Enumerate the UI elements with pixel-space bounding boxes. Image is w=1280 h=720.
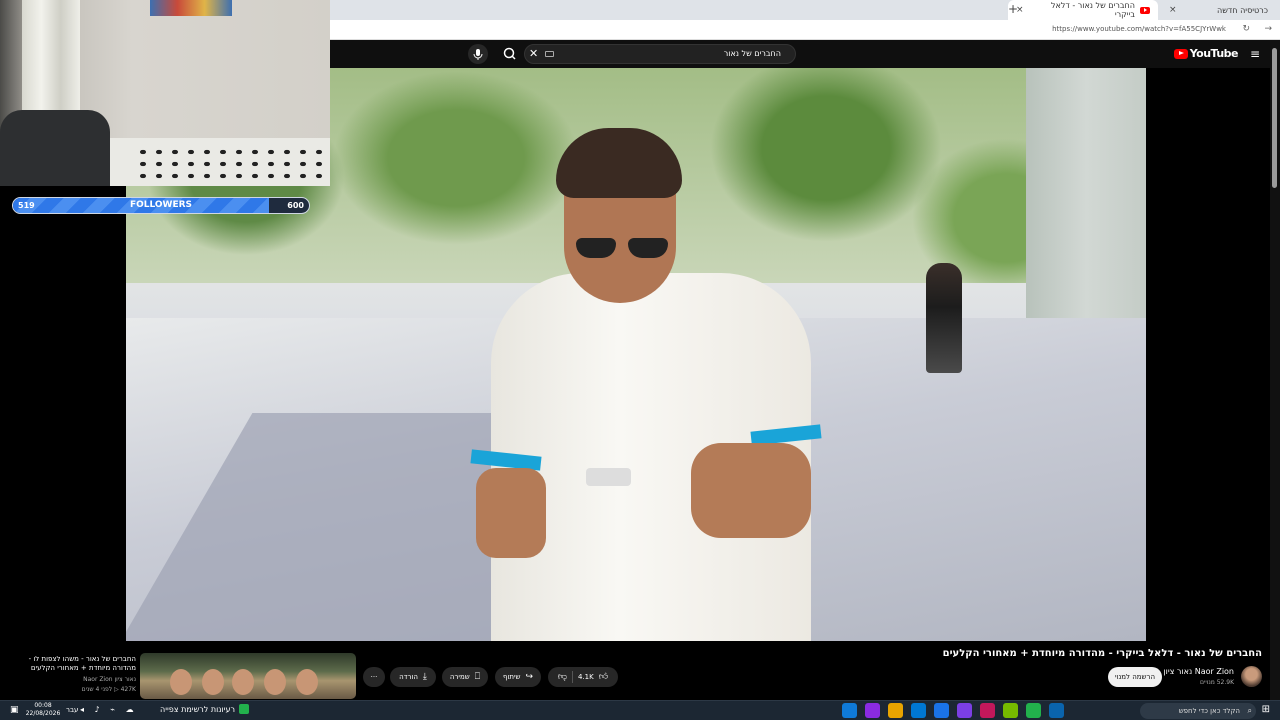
taskbar-app-icon[interactable] [1003, 703, 1018, 718]
browser-tab-bar: החברים של נאור - דלאל בייקרי × כרטיסיה ח… [330, 0, 1280, 20]
share-label: שיתוף [502, 673, 521, 681]
tab-youtube[interactable]: החברים של נאור - דלאל בייקרי × [1008, 0, 1158, 20]
like-dislike-group: 👍︎ 4.1K 👎︎ [548, 667, 618, 687]
taskbar-app-icon[interactable] [911, 703, 926, 718]
search-icon [503, 47, 516, 60]
clock-date: 22/08/2026 [25, 710, 61, 717]
subscribe-button[interactable]: הרשמה למנוי [1108, 667, 1162, 687]
thumbnail-face [264, 669, 286, 695]
suggested-video-meta: 427K ▷ לפני 4 שנים [81, 686, 136, 693]
notification-icon[interactable]: ▣ [10, 705, 19, 715]
thumbnail-face [202, 669, 224, 695]
like-divider [572, 671, 573, 683]
download-button[interactable]: ⤓ הורדה [390, 667, 436, 687]
url-text[interactable]: https://www.youtube.com/watch?v=fA55CJYr… [1052, 25, 1226, 33]
save-button[interactable]: ⎕ שמירה [442, 667, 488, 687]
download-icon: ⤓ [422, 672, 427, 682]
webcam-bed-pattern [135, 146, 325, 182]
thumbnail-face [170, 669, 192, 695]
video-frame-building [1026, 68, 1146, 328]
taskbar-app-icon[interactable] [957, 703, 972, 718]
youtube-header: ✕ החברים של נאור YouTube ≡ [330, 40, 1270, 68]
clear-search-icon[interactable]: ✕ [529, 47, 538, 60]
search-button[interactable] [500, 45, 520, 63]
thumbnail-face [296, 669, 318, 695]
video-title: החברים של נאור - דלאל בייקרי - מהדורה מי… [942, 648, 1262, 659]
video-frame-arm [691, 443, 811, 538]
tab-title: כרטיסיה חדשה [1217, 5, 1268, 15]
search-query: החברים של נאור [723, 49, 781, 58]
address-bar[interactable]: https://www.youtube.com/watch?v=fA55CJYr… [330, 20, 1280, 40]
search-placeholder: הקלד כאן כדי לחפש [1178, 707, 1240, 715]
taskbar-app-icon[interactable] [1026, 703, 1041, 718]
new-tab-button[interactable]: + [1008, 2, 1018, 16]
suggested-video-channel[interactable]: נאור ציון Naor Zion [83, 676, 136, 683]
back-icon[interactable]: → [1264, 24, 1272, 34]
youtube-logo[interactable]: YouTube [1173, 47, 1239, 60]
followers-label: FOLLOWERS [129, 200, 193, 210]
start-button-icon[interactable]: ⊞ [1262, 704, 1270, 715]
tab-new[interactable]: כרטיסיה חדשה × [1161, 0, 1276, 20]
search-icon: ⌕ [1247, 706, 1252, 715]
logo-text: YouTube [1189, 47, 1239, 60]
scrollbar-thumb[interactable] [1272, 48, 1277, 188]
followers-goal-bar: 519 FOLLOWERS 600 [12, 197, 310, 214]
suggested-video-title[interactable]: החברים של נאור - משהו לצפות לו - מהדורה … [11, 655, 136, 673]
system-tray-icons[interactable]: ◂ ♪ ⌁ ☁ [80, 705, 138, 714]
channel-avatar[interactable] [1241, 666, 1262, 687]
video-frame-walker [926, 263, 962, 373]
clock-time: 00:08 [34, 702, 52, 709]
taskbar-clock[interactable]: 00:08 22/08/2026 [20, 702, 66, 718]
taskbar-app-icon[interactable] [1049, 703, 1064, 718]
taskbar-widget[interactable]: רעיונות לרשימת צפייה [160, 704, 249, 714]
widget-icon [238, 704, 249, 714]
taskbar-pinned-apps [842, 703, 1064, 718]
search-input[interactable]: ✕ החברים של נאור [524, 44, 796, 64]
like-count[interactable]: 4.1K [578, 673, 594, 681]
taskbar-app-icon[interactable] [842, 703, 857, 718]
thumbs-up-icon[interactable]: 👍︎ [599, 672, 608, 682]
video-frame-arm [476, 468, 546, 558]
windows-taskbar: ▣ 00:08 22/08/2026 עבר ◂ ♪ ⌁ ☁ רעיונות ל… [0, 700, 1280, 720]
thumbnail-face [232, 669, 254, 695]
screen: החברים של נאור - דלאל בייקרי × כרטיסיה ח… [0, 0, 1280, 720]
voice-search-button[interactable] [468, 44, 488, 64]
taskbar-app-icon[interactable] [865, 703, 880, 718]
hamburger-menu-icon[interactable]: ≡ [1250, 47, 1260, 61]
channel-subscriber-count: 52.9K מנויים [1200, 679, 1234, 686]
video-frame-sunglasses [576, 238, 668, 262]
language-indicator[interactable]: עבר [66, 706, 78, 714]
youtube-favicon-icon [1140, 6, 1150, 14]
taskbar-app-icon[interactable] [888, 703, 903, 718]
widget-label: רעיונות לרשימת צפייה [160, 704, 235, 714]
suggested-video-thumbnail[interactable] [140, 653, 356, 699]
webcam-chair [0, 110, 110, 186]
keyboard-icon[interactable] [545, 51, 554, 57]
video-frame-phone [586, 468, 631, 486]
followers-goal: 600 [287, 201, 304, 210]
taskbar-app-icon[interactable] [934, 703, 949, 718]
save-label: שמירה [449, 673, 470, 681]
reload-icon[interactable]: ↻ [1242, 24, 1250, 34]
taskbar-search-input[interactable]: ⌕ הקלד כאן כדי לחפש [1140, 703, 1256, 719]
taskbar-app-icon[interactable] [980, 703, 995, 718]
channel-name[interactable]: Naor Zion נאור ציון [1163, 667, 1234, 676]
page-scrollbar[interactable] [1270, 40, 1280, 700]
webcam-wall-poster [150, 0, 232, 16]
tab-title: החברים של נאור - דלאל בייקרי [1050, 1, 1135, 19]
thumbs-down-icon[interactable]: 👎︎ [558, 672, 567, 682]
close-tab-icon[interactable]: × [1169, 5, 1177, 15]
share-icon: ↪ [525, 672, 534, 682]
share-button[interactable]: ↪ שיתוף [495, 667, 541, 687]
download-label: הורדה [399, 673, 418, 681]
more-actions-button[interactable]: ··· [363, 667, 385, 687]
youtube-play-icon [1173, 48, 1188, 59]
bookmark-icon: ⎕ [474, 672, 481, 682]
microphone-icon [473, 49, 483, 60]
webcam-curtain [22, 0, 80, 125]
webcam-overlay [0, 0, 330, 186]
